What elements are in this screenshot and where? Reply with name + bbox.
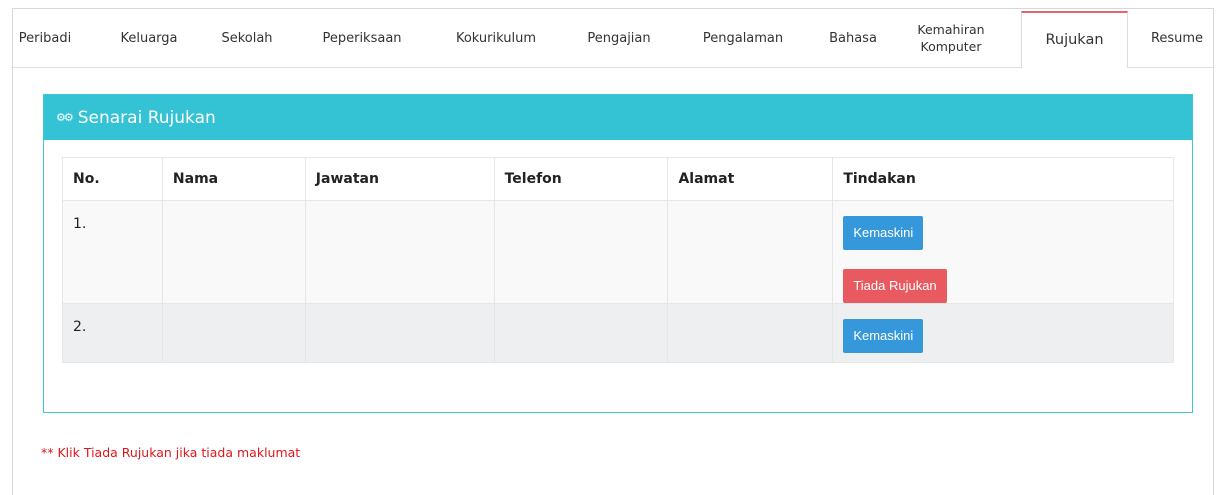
tab-label-line1: Kemahiran [917, 22, 985, 37]
cell-telefon [493, 303, 669, 363]
tab-rujukan[interactable]: Rujukan [1021, 11, 1128, 68]
table-header-row: No. Nama Jawatan Telefon Alamat Tindakan [62, 157, 1174, 201]
table-row: 1. Kemaskini Tiada Rujukan [62, 200, 1174, 304]
tab-sekolah[interactable]: Sekolah [213, 9, 281, 67]
tab-bahasa[interactable]: Bahasa [823, 9, 883, 67]
instruction-note: ** Klik Tiada Rujukan jika tiada makluma… [41, 445, 301, 460]
tab-peribadi[interactable]: Peribadi [13, 9, 77, 67]
cell-no: 2. [62, 303, 163, 363]
cell-no: 1. [62, 200, 163, 304]
cell-telefon [493, 200, 669, 304]
panel-header: ⚙⚙ Senarai Rujukan [44, 95, 1192, 140]
panel-title: Senarai Rujukan [77, 107, 216, 128]
page-frame: Peribadi Keluarga Sekolah Peperiksaan Ko… [12, 8, 1214, 495]
tab-resume[interactable]: Resume [1147, 9, 1207, 67]
tab-keluarga[interactable]: Keluarga [113, 9, 185, 67]
tab-kemahiran-komputer[interactable]: Kemahiran Komputer [906, 9, 996, 67]
cell-nama [161, 303, 306, 363]
tab-bar: Peribadi Keluarga Sekolah Peperiksaan Ko… [13, 9, 1213, 68]
cell-tindakan: Kemaskini Tiada Rujukan [832, 200, 1174, 304]
rujukan-table: No. Nama Jawatan Telefon Alamat Tindakan… [62, 157, 1174, 363]
col-header-alamat: Alamat [667, 157, 834, 201]
cell-tindakan: Kemaskini [832, 303, 1174, 363]
col-header-tindakan: Tindakan [832, 157, 1174, 201]
tab-peperiksaan[interactable]: Peperiksaan [313, 9, 411, 67]
tiada-rujukan-button[interactable]: Tiada Rujukan [843, 269, 947, 303]
cell-jawatan [304, 200, 495, 304]
col-header-nama: Nama [161, 157, 306, 201]
cell-alamat [667, 200, 834, 304]
tab-kokurikulum[interactable]: Kokurikulum [445, 9, 547, 67]
col-header-jawatan: Jawatan [304, 157, 495, 201]
kemaskini-button[interactable]: Kemaskini [843, 319, 924, 353]
cell-alamat [667, 303, 834, 363]
cogs-icon: ⚙⚙ [56, 111, 74, 124]
cell-jawatan [304, 303, 495, 363]
kemaskini-button[interactable]: Kemaskini [843, 216, 924, 250]
col-header-no: No. [62, 157, 163, 201]
tab-label-line2: Komputer [920, 39, 982, 54]
tab-pengalaman[interactable]: Pengalaman [693, 9, 793, 67]
rujukan-panel: ⚙⚙ Senarai Rujukan No. Nama Jawatan Tele… [43, 94, 1193, 413]
tab-pengajian[interactable]: Pengajian [579, 9, 659, 67]
table-row: 2. Kemaskini [62, 303, 1174, 363]
cell-nama [161, 200, 306, 304]
col-header-telefon: Telefon [493, 157, 669, 201]
